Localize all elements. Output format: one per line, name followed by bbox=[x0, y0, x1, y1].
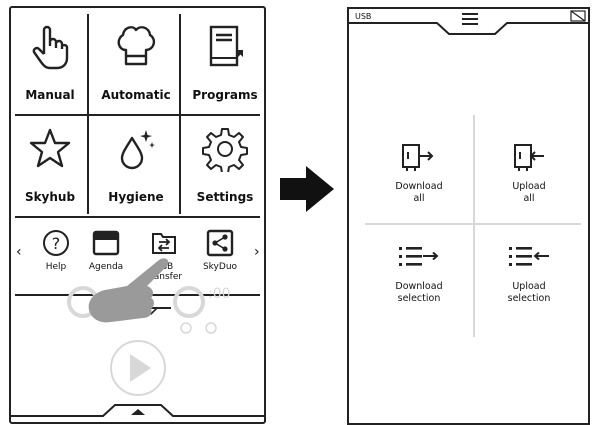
usb-screen: USB Download all Upload all Download sel… bbox=[347, 7, 590, 425]
download-selection-button[interactable]: Download selection bbox=[365, 225, 473, 333]
hand-gesture-icon bbox=[88, 258, 169, 323]
upload-all-button[interactable]: Upload all bbox=[475, 115, 583, 223]
hygiene-tile[interactable]: Hygiene bbox=[94, 116, 178, 212]
minimize-icon[interactable] bbox=[569, 9, 587, 23]
share-icon bbox=[206, 229, 234, 257]
download-selection-label: Download selection bbox=[395, 281, 443, 304]
svg-text:?: ? bbox=[52, 234, 61, 253]
download-selection-icon bbox=[399, 247, 439, 266]
automatic-label: Automatic bbox=[101, 88, 171, 102]
upload-selection-button[interactable]: Upload selection bbox=[475, 225, 583, 333]
skyduo-label: SkyDuo bbox=[202, 262, 238, 272]
gear-icon bbox=[202, 128, 248, 172]
menu-button[interactable] bbox=[464, 9, 482, 27]
skyduo-button[interactable]: SkyDuo bbox=[195, 226, 245, 286]
programs-tile[interactable]: Programs bbox=[183, 14, 264, 110]
settings-label: Settings bbox=[196, 190, 254, 204]
skyhub-label: Skyhub bbox=[24, 190, 76, 204]
oven-home-screen: Manual Automatic Programs Skyhub Hygiene… bbox=[9, 6, 266, 424]
recipe-book-icon bbox=[209, 25, 243, 67]
water-drop-sparkle-icon bbox=[120, 130, 155, 170]
arrow-right-icon bbox=[280, 166, 334, 212]
upload-selection-icon bbox=[509, 247, 549, 266]
star-icon bbox=[29, 128, 71, 168]
upload-all-label: Upload all bbox=[512, 181, 546, 204]
download-all-button[interactable]: Download all bbox=[365, 115, 473, 223]
programs-label: Programs bbox=[192, 88, 258, 102]
chef-hat-icon bbox=[117, 26, 156, 66]
hand-pointer-icon bbox=[32, 25, 69, 70]
settings-tile[interactable]: Settings bbox=[183, 116, 264, 212]
manual-label: Manual bbox=[25, 88, 75, 102]
help-icon: ? bbox=[43, 230, 69, 256]
download-all-label: Download all bbox=[395, 181, 443, 204]
chevron-left-icon[interactable]: ‹ bbox=[16, 244, 22, 260]
upload-all-icon bbox=[514, 144, 544, 171]
timer-ghost: :00 bbox=[208, 286, 231, 302]
download-all-icon bbox=[402, 144, 434, 171]
chevron-right-icon[interactable]: › bbox=[254, 244, 260, 260]
manual-tile[interactable]: Manual bbox=[11, 14, 89, 110]
upload-selection-label: Upload selection bbox=[507, 281, 551, 304]
grid-divider bbox=[15, 216, 260, 218]
automatic-tile[interactable]: Automatic bbox=[94, 14, 178, 110]
skyhub-tile[interactable]: Skyhub bbox=[11, 116, 89, 212]
hygiene-label: Hygiene bbox=[108, 190, 164, 204]
help-button[interactable]: ? Help bbox=[31, 226, 81, 286]
